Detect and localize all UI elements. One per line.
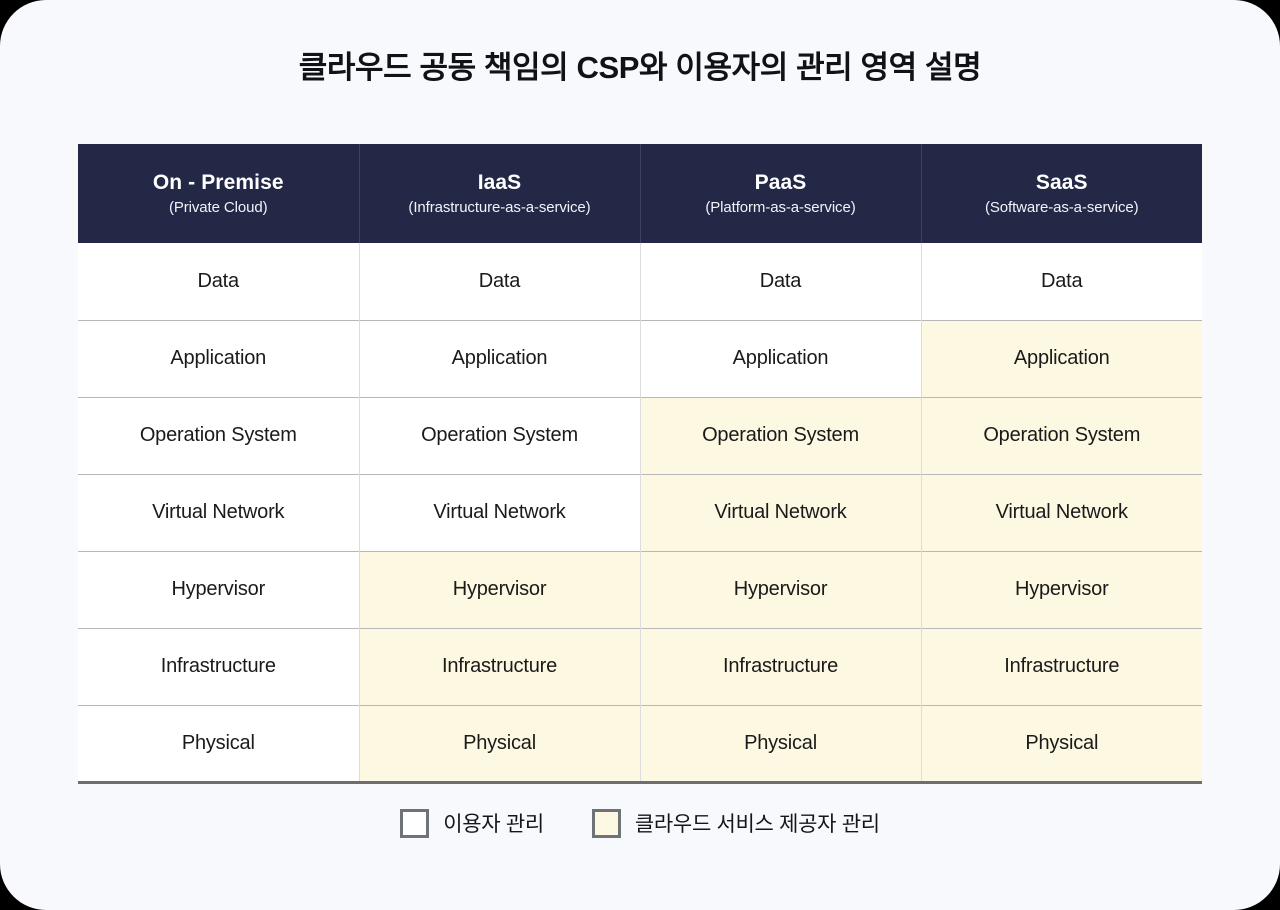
legend: 이용자 관리 클라우드 서비스 제공자 관리	[0, 808, 1280, 838]
cell-saas: Infrastructure	[921, 627, 1202, 705]
table-header: On - Premise (Private Cloud) IaaS (Infra…	[78, 144, 1202, 243]
legend-swatch-white-icon	[400, 808, 430, 838]
column-header-saas: SaaS (Software-as-a-service)	[921, 144, 1202, 243]
cell-paas: Application	[640, 319, 922, 397]
cell-saas: Hypervisor	[921, 550, 1202, 628]
table-row: Virtual Network Virtual Network Virtual …	[78, 473, 1202, 551]
cell-iaas: Physical	[359, 704, 641, 784]
cell-on-premise: Operation System	[78, 396, 360, 474]
legend-item-user-managed: 이용자 관리	[400, 808, 544, 838]
legend-label-csp-managed: 클라우드 서비스 제공자 관리	[634, 813, 880, 836]
column-header-subtitle: (Software-as-a-service)	[984, 198, 1139, 216]
legend-item-csp-managed: 클라우드 서비스 제공자 관리	[591, 808, 880, 838]
table-row: Operation System Operation System Operat…	[78, 396, 1202, 474]
column-header-title: SaaS	[1035, 170, 1088, 194]
cell-saas: Data	[921, 243, 1202, 320]
column-header-iaas: IaaS (Infrastructure-as-a-service)	[359, 144, 641, 243]
cell-iaas: Infrastructure	[359, 627, 641, 705]
cell-saas: Application	[921, 319, 1202, 397]
cell-on-premise: Virtual Network	[78, 473, 360, 551]
shared-responsibility-table: On - Premise (Private Cloud) IaaS (Infra…	[78, 144, 1202, 784]
table-header-row: On - Premise (Private Cloud) IaaS (Infra…	[78, 144, 1202, 243]
column-header-subtitle: (Platform-as-a-service)	[705, 198, 856, 216]
column-header-subtitle: (Infrastructure-as-a-service)	[408, 198, 591, 216]
table-row: Data Data Data Data	[78, 243, 1202, 320]
cell-iaas: Application	[359, 319, 641, 397]
page-title: 클라우드 공동 책임의 CSP와 이용자의 관리 영역 설명	[298, 50, 982, 85]
column-header-subtitle: (Private Cloud)	[168, 198, 268, 216]
cell-paas: Data	[640, 243, 922, 320]
cell-saas: Operation System	[921, 396, 1202, 474]
page-canvas: 클라우드 공동 책임의 CSP와 이용자의 관리 영역 설명 On - Prem…	[0, 0, 1280, 910]
cell-paas: Virtual Network	[640, 473, 922, 551]
cell-iaas: Virtual Network	[359, 473, 641, 551]
cell-iaas: Data	[359, 243, 641, 320]
responsibility-matrix-table-wrapper: On - Premise (Private Cloud) IaaS (Infra…	[78, 144, 1202, 784]
cell-on-premise: Application	[78, 319, 360, 397]
table-row: Hypervisor Hypervisor Hypervisor Hypervi…	[78, 550, 1202, 628]
cell-paas: Physical	[640, 704, 922, 784]
cell-on-premise: Infrastructure	[78, 627, 360, 705]
cell-on-premise: Hypervisor	[78, 550, 360, 628]
table-row: Application Application Application Appl…	[78, 319, 1202, 397]
column-header-title: On - Premise	[152, 170, 284, 194]
legend-label-user-managed: 이용자 관리	[443, 813, 544, 836]
column-header-paas: PaaS (Platform-as-a-service)	[640, 144, 922, 243]
legend-swatch-cream-icon	[591, 808, 621, 838]
table-row: Infrastructure Infrastructure Infrastruc…	[78, 627, 1202, 705]
cell-paas: Hypervisor	[640, 550, 922, 628]
table-row: Physical Physical Physical Physical	[78, 704, 1202, 784]
cell-iaas: Hypervisor	[359, 550, 641, 628]
cell-on-premise: Data	[78, 243, 360, 320]
cell-on-premise: Physical	[78, 704, 360, 784]
cell-paas: Infrastructure	[640, 627, 922, 705]
cell-saas: Virtual Network	[921, 473, 1202, 551]
column-header-title: PaaS	[754, 170, 807, 194]
column-header-title: IaaS	[477, 170, 522, 194]
cell-paas: Operation System	[640, 396, 922, 474]
cell-saas: Physical	[921, 704, 1202, 784]
table-body: Data Data Data Data Application Applicat…	[78, 243, 1202, 784]
cell-iaas: Operation System	[359, 396, 641, 474]
column-header-on-premise: On - Premise (Private Cloud)	[78, 144, 360, 243]
